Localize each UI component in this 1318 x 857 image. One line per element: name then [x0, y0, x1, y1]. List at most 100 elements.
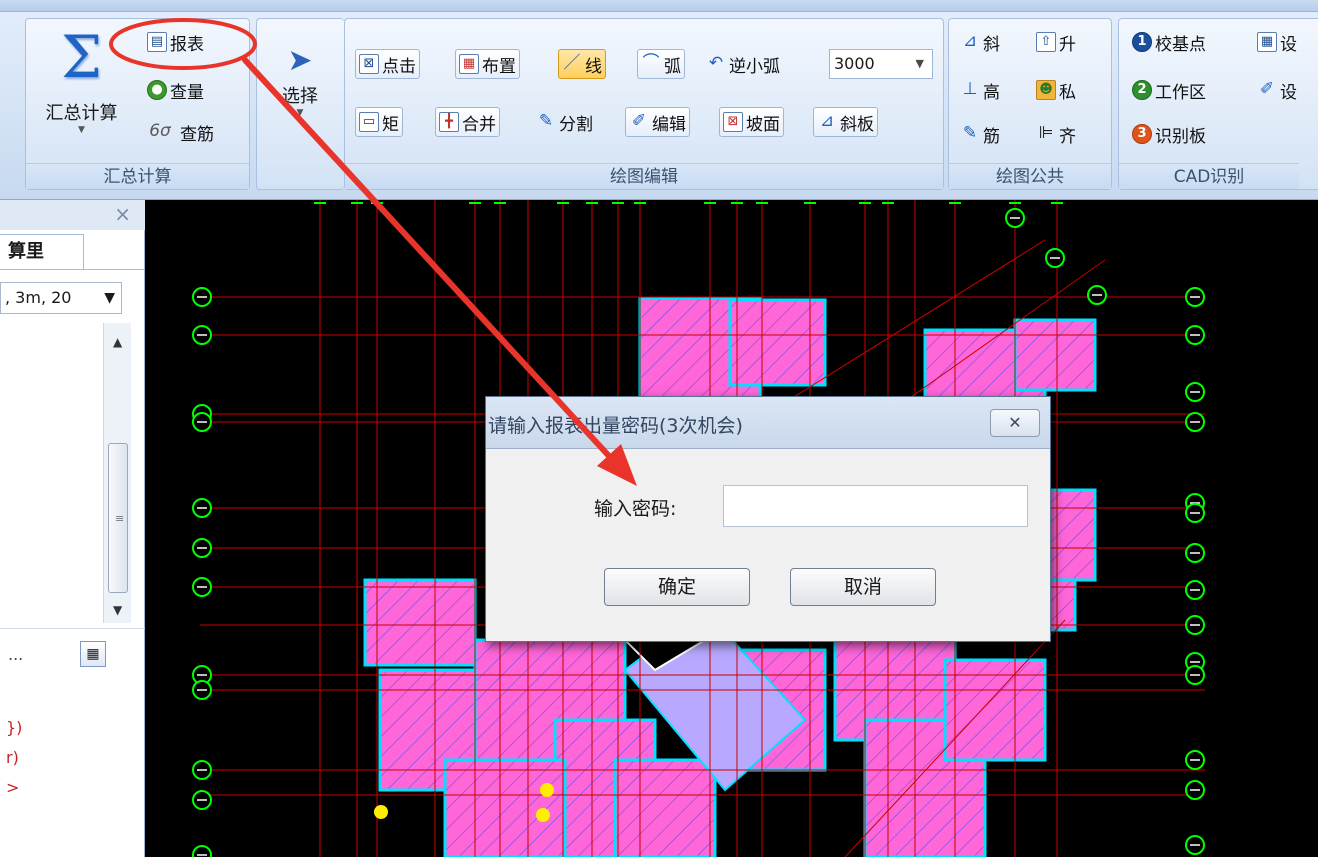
cad-set-button-1[interactable]: ▦ 设	[1254, 27, 1300, 57]
left-pane-header: ×	[0, 200, 145, 230]
line-button[interactable]: ／ 线	[558, 49, 606, 79]
fixture-shape	[536, 808, 550, 822]
password-label: 输入密码:	[594, 498, 677, 520]
ok-button[interactable]: 确定	[604, 568, 750, 606]
align-icon: ⊫	[1038, 123, 1054, 143]
merge-button[interactable]: ╋ 合并	[435, 107, 500, 137]
fixture-shape	[374, 805, 388, 819]
ccw-arc-icon: ↶	[708, 53, 724, 73]
left-combo-value: , 3m, 20	[5, 288, 72, 307]
merge-label: 合并	[462, 114, 496, 135]
room-shape	[363, 578, 477, 667]
slope-slab-label: 斜板	[840, 114, 874, 135]
number-two-icon: 2	[1132, 80, 1152, 100]
split-button[interactable]: ✎ 分割	[533, 107, 596, 137]
calculator-icon[interactable]: ▦	[80, 641, 106, 667]
dialog-title: 请输入报表出量密码(3次机会)	[488, 415, 743, 437]
cad-set-label-1: 设	[1280, 34, 1297, 55]
summary-big-button[interactable]: Σ 汇总计算 ▼	[34, 27, 129, 147]
slope-face-label: 坡面	[746, 114, 780, 135]
select-button[interactable]: ➤ 选择 ▼	[265, 43, 335, 118]
fixture-shape	[540, 783, 554, 797]
point-icon: ⊠	[359, 54, 379, 74]
height-label: 高	[983, 82, 1000, 103]
work-area-label: 工作区	[1155, 82, 1206, 103]
height-button[interactable]: ⊥ 高	[957, 75, 1003, 105]
chevron-down-icon: ▼	[915, 57, 924, 70]
place-icon: ▦	[459, 54, 479, 74]
edit-button[interactable]: ✐ 编辑	[625, 107, 690, 137]
group-cad-label: CAD识别	[1119, 163, 1299, 189]
filter-row: ... ▦	[0, 628, 145, 678]
raise-icon: ⇧	[1036, 32, 1056, 52]
work-area-button[interactable]: 2 工作区	[1129, 75, 1209, 105]
group-draw-edit-label: 绘图编辑	[345, 163, 943, 189]
slope-slab-button[interactable]: ⊿ 斜板	[813, 107, 878, 137]
align-button[interactable]: ⊫ 齐	[1033, 119, 1079, 149]
calibrate-point-button[interactable]: 1 校基点	[1129, 27, 1209, 57]
password-dialog: 请输入报表出量密码(3次机会) ✕ 输入密码: 确定 取消	[485, 396, 1051, 642]
align-label: 齐	[1059, 126, 1076, 147]
private-label: 私	[1059, 82, 1076, 103]
scroll-up-icon[interactable]: ▲	[113, 335, 122, 349]
check-qty-label: 查量	[170, 82, 204, 103]
cancel-button[interactable]: 取消	[790, 568, 936, 606]
left-combo-select[interactable]: , 3m, 20 ▼	[0, 282, 122, 314]
room-shape	[728, 298, 827, 387]
arc-icon: ⌒	[642, 53, 660, 73]
scroll-thumb[interactable]: ≡	[108, 443, 128, 593]
line-icon: ／	[563, 53, 581, 73]
grip-icon: ≡	[115, 512, 125, 525]
raise-button[interactable]: ⇧ 升	[1033, 27, 1079, 57]
check-rebar-button[interactable]: 6σ 查筋	[140, 117, 217, 147]
password-input[interactable]	[723, 485, 1028, 527]
filter-text: ...	[8, 645, 24, 664]
slope-slab-icon: ⊿	[819, 111, 835, 131]
check-qty-button[interactable]: ● 查量	[144, 75, 207, 105]
merge-icon: ╋	[439, 112, 459, 132]
scroll-down-icon[interactable]: ▼	[113, 603, 122, 617]
number-one-icon: 1	[1132, 32, 1152, 52]
edit-icon: ✐	[631, 111, 647, 131]
identify-slab-label: 识别板	[1155, 126, 1206, 147]
room-shape	[613, 758, 717, 857]
slope-label: 斜	[983, 34, 1000, 55]
summary-big-button-label: 汇总计算	[45, 103, 118, 124]
rebar-button[interactable]: ✎ 筋	[957, 119, 1003, 149]
group-draw-edit: ⊠ 点击 ▦ 布置 ／ 线 ⌒ 弧 ↶ 逆小弧 3000 ▼ ▭ 矩 ╋ 合并	[344, 18, 944, 190]
chevron-down-icon: ▼	[104, 290, 115, 306]
report-button[interactable]: ▤ 报表	[144, 27, 207, 57]
tab-calc[interactable]: 算里	[0, 234, 84, 270]
report-icon: ▤	[147, 32, 167, 52]
chevron-down-icon: ▼	[78, 125, 85, 135]
left-red-text-2: r)	[6, 748, 19, 767]
slope-button[interactable]: ⊿ 斜	[957, 27, 1003, 57]
private-button[interactable]: ☻ 私	[1033, 75, 1079, 105]
dialog-title-bar[interactable]: 请输入报表出量密码(3次机会) ✕	[486, 397, 1050, 449]
room-shape	[1013, 318, 1097, 392]
report-label: 报表	[170, 34, 204, 55]
place-button[interactable]: ▦ 布置	[455, 49, 520, 79]
group-cad: 1 校基点 ▦ 设 2 工作区 ✐ 设 3 识别板 CAD识别	[1118, 18, 1318, 190]
arc-button[interactable]: ⌒ 弧	[637, 49, 685, 79]
point-label: 点击	[382, 56, 416, 77]
rect-icon: ▭	[359, 112, 379, 132]
rebar-icon: ✎	[962, 123, 978, 143]
point-button[interactable]: ⊠ 点击	[355, 49, 420, 79]
ccw-arc-button[interactable]: ↶ 逆小弧	[703, 49, 783, 79]
chevron-down-icon: ▼	[296, 108, 304, 118]
cad-set-button-2[interactable]: ✐ 设	[1254, 75, 1300, 105]
slope-face-button[interactable]: ⊠ 坡面	[719, 107, 784, 137]
arc-value-select[interactable]: 3000 ▼	[829, 49, 933, 79]
sigma-icon: Σ	[60, 23, 102, 91]
rect-button[interactable]: ▭ 矩	[355, 107, 403, 137]
dialog-close-button[interactable]: ✕	[990, 409, 1040, 437]
identify-slab-button[interactable]: 3 识别板	[1129, 119, 1209, 149]
raise-label: 升	[1059, 34, 1076, 55]
dialog-body: 输入密码: 确定 取消	[486, 450, 1050, 641]
vertical-scrollbar[interactable]: ▲ ≡ ▼	[103, 323, 131, 623]
number-three-icon: 3	[1132, 124, 1152, 144]
close-icon[interactable]: ×	[114, 202, 131, 226]
tab-divider	[0, 269, 145, 270]
cad-set-label-2: 设	[1280, 82, 1297, 103]
